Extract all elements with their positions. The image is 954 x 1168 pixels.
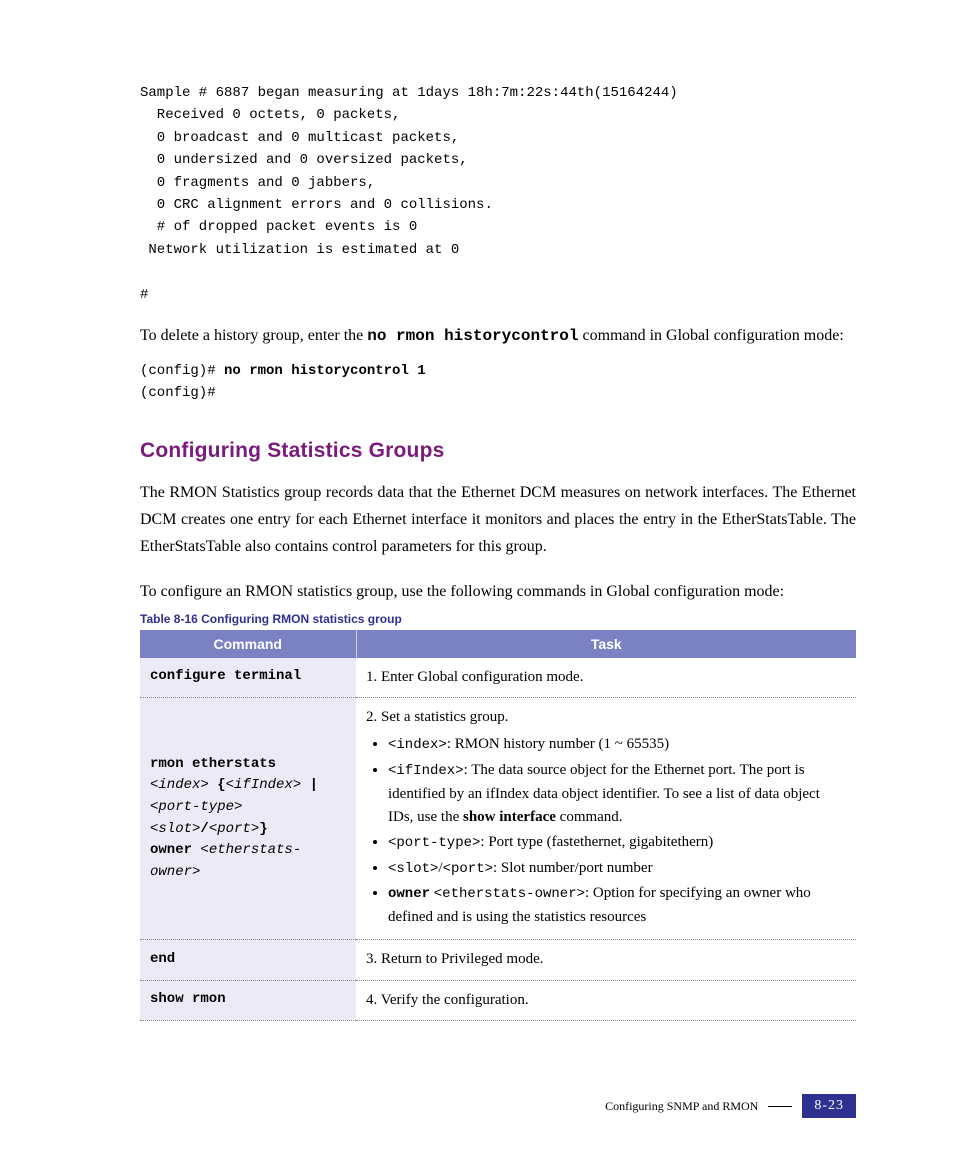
list-item: owner <etherstats-owner>: Option for spe… xyxy=(388,882,846,929)
code-line: Sample # 6887 began measuring at 1days 1… xyxy=(140,85,678,101)
arg-name: <port> xyxy=(443,861,493,877)
cmd-arg: <index> xyxy=(150,777,209,793)
text: : Slot number/port number xyxy=(493,860,653,876)
table-row: configure terminal 1. Enter Global confi… xyxy=(140,658,856,698)
code-line: 0 undersized and 0 oversized packets, xyxy=(140,152,468,168)
command-text: no rmon historycontrol 1 xyxy=(224,363,426,379)
command-table: Command Task configure terminal 1. Enter… xyxy=(140,630,856,1021)
list-item: <index>: RMON history number (1 ~ 65535) xyxy=(388,733,846,757)
code-block-config-example: (config)# no rmon historycontrol 1 (conf… xyxy=(140,360,856,405)
paragraph-stats-config: To configure an RMON statistics group, u… xyxy=(140,578,856,605)
paragraph-delete-history: To delete a history group, enter the no … xyxy=(140,322,856,350)
code-line: Received 0 octets, 0 packets, xyxy=(140,107,400,123)
text: : Port type (fastethernet, gigabitethern… xyxy=(480,834,713,850)
column-header-task: Task xyxy=(356,630,856,658)
code-line: 0 CRC alignment errors and 0 collisions. xyxy=(140,197,493,213)
cmd-arg: <etherstats- xyxy=(200,842,301,858)
code-line: 0 broadcast and 0 multicast packets, xyxy=(140,130,459,146)
table-header-row: Command Task xyxy=(140,630,856,658)
cmd-arg: <port-type> xyxy=(150,799,242,815)
text: To delete a history group, enter the xyxy=(140,327,367,344)
cell-command: configure terminal xyxy=(140,658,356,698)
arg-name: <etherstats-owner> xyxy=(434,886,585,902)
arg-name: <port-type> xyxy=(388,835,480,851)
page-number-badge: 8-23 xyxy=(802,1094,856,1118)
table-row: rmon etherstats <index> {<ifIndex> | <po… xyxy=(140,697,856,939)
paragraph-stats-intro: The RMON Statistics group records data t… xyxy=(140,479,856,561)
text: command in Global configuration mode: xyxy=(578,327,843,344)
list-item: <port-type>: Port type (fastethernet, gi… xyxy=(388,831,846,855)
cell-command: end xyxy=(140,940,356,980)
cmd-text: / xyxy=(200,821,208,837)
column-header-command: Command xyxy=(140,630,356,658)
code-line: 0 fragments and 0 jabbers, xyxy=(140,175,375,191)
code-line: (config)# no rmon historycontrol 1 xyxy=(140,363,426,379)
cmd-text: | xyxy=(301,777,318,793)
list-item: <slot>/<port>: Slot number/port number xyxy=(388,857,846,881)
arg-name: <index> xyxy=(388,737,447,753)
cell-task: 3. Return to Privileged mode. xyxy=(356,940,856,980)
arg-name: <slot> xyxy=(388,861,438,877)
table-row: show rmon 4. Verify the configuration. xyxy=(140,980,856,1020)
table-row: end 3. Return to Privileged mode. xyxy=(140,940,856,980)
footer-divider xyxy=(768,1106,792,1107)
cmd-arg: <port> xyxy=(209,821,259,837)
code-line: (config)# xyxy=(140,385,216,401)
table-caption: Table 8-16 Configuring RMON statistics g… xyxy=(140,612,856,626)
footer-text: Configuring SNMP and RMON xyxy=(605,1099,758,1114)
cmd-text: rmon etherstats xyxy=(150,756,276,772)
cmd-text: { xyxy=(209,777,226,793)
cell-task: 2. Set a statistics group. <index>: RMON… xyxy=(356,697,856,939)
text: command. xyxy=(556,809,623,825)
prompt: (config)# xyxy=(140,363,224,379)
cell-task: 1. Enter Global configuration mode. xyxy=(356,658,856,698)
inline-command: no rmon historycontrol xyxy=(367,327,578,345)
task-intro: 2. Set a statistics group. xyxy=(366,709,509,725)
cmd-arg: owner> xyxy=(150,864,200,880)
cmd-arg: <slot> xyxy=(150,821,200,837)
cell-command: rmon etherstats <index> {<ifIndex> | <po… xyxy=(140,697,356,939)
bullet-list: <index>: RMON history number (1 ~ 65535)… xyxy=(366,733,846,929)
code-line: # of dropped packet events is 0 xyxy=(140,219,417,235)
code-line: # xyxy=(140,287,148,303)
cmd-text: owner xyxy=(150,842,200,858)
text: : RMON history number (1 ~ 65535) xyxy=(447,736,669,752)
bold-text: show interface xyxy=(463,809,556,825)
cmd-text: } xyxy=(259,821,267,837)
section-heading: Configuring Statistics Groups xyxy=(140,439,856,463)
list-item: <ifIndex>: The data source object for th… xyxy=(388,759,846,829)
arg-name: <ifIndex> xyxy=(388,763,464,779)
arg-keyword: owner xyxy=(388,886,430,902)
cell-task: 4. Verify the configuration. xyxy=(356,980,856,1020)
page-footer: Configuring SNMP and RMON 8-23 xyxy=(605,1094,856,1118)
code-line: Network utilization is estimated at 0 xyxy=(140,242,459,258)
cell-command: show rmon xyxy=(140,980,356,1020)
code-block-sample-output: Sample # 6887 began measuring at 1days 1… xyxy=(140,82,856,306)
cmd-arg: <ifIndex> xyxy=(226,777,302,793)
